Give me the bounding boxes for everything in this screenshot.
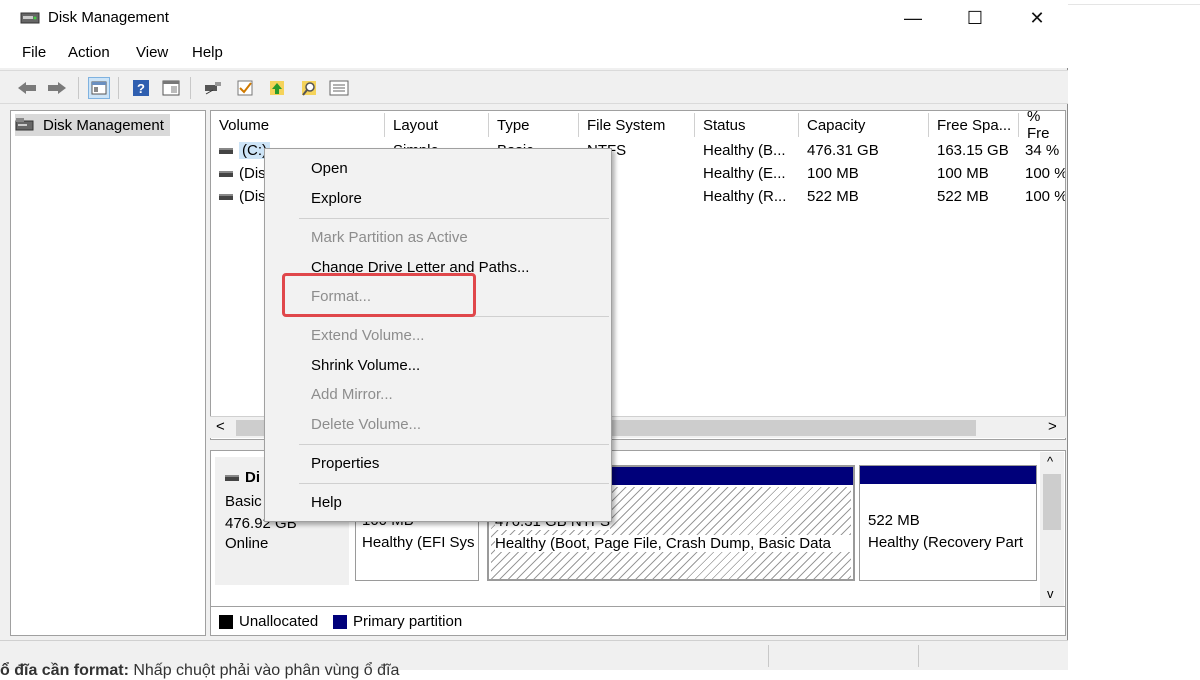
partition-status: Healthy (EFI Sys [362,534,475,551]
cell-free-space: 100 MB [937,165,989,182]
cell-status: Healthy (B... [703,142,786,159]
drive-icon [219,147,233,154]
partition-status: Healthy (Boot, Page File, Crash Dump, Ba… [495,535,851,552]
cell-free-space: 522 MB [937,188,989,205]
disk-label: Di [225,469,260,486]
svg-text:?: ? [137,81,145,96]
toolbar: ? [0,70,1068,104]
unallocated-swatch [219,615,233,629]
column-header-volume[interactable]: Volume [211,113,385,137]
connect-icon[interactable] [202,77,224,99]
menu-item-mark-active[interactable]: Mark Partition as Active [311,229,468,246]
menu-separator [299,444,609,445]
cell-status: Healthy (R... [703,188,787,205]
help-icon[interactable]: ? [130,77,152,99]
search-icon[interactable] [298,77,320,99]
cell-status: Healthy (E... [703,165,786,182]
column-header-type[interactable]: Type [489,113,579,137]
minimize-icon: — [904,7,922,28]
cell-percent-free: 34 % [1025,142,1060,159]
partition-recovery[interactable]: 522 MB Healthy (Recovery Part [859,465,1037,581]
console-tree-pane: Disk Management [10,110,206,636]
console-tree-icon[interactable] [88,77,110,99]
status-bar-divider [768,645,769,667]
scroll-left-icon[interactable]: < [216,418,225,435]
column-header-free-space[interactable]: Free Spa... [929,113,1019,137]
window-title: Disk Management [48,9,169,26]
scroll-right-icon[interactable]: > [1048,418,1057,435]
background-page-strip [1068,0,1200,676]
app-disk-icon [20,10,40,26]
primary-partition-swatch [333,615,347,629]
check-icon[interactable] [234,77,256,99]
article-caption-bold: ổ đĩa cần format: [0,662,129,679]
menu-item-shrink-volume[interactable]: Shrink Volume... [311,357,420,374]
menu-item-extend-volume[interactable]: Extend Volume... [311,327,424,344]
menu-item-help[interactable]: Help [311,494,342,511]
partition-size: 522 MB [868,512,920,529]
menu-item-explore[interactable]: Explore [311,190,362,207]
list-icon[interactable] [328,77,350,99]
maximize-icon: ☐ [966,7,984,28]
column-header-percent-free[interactable]: % Fre [1019,111,1065,142]
menu-item-delete-volume[interactable]: Delete Volume... [311,416,421,433]
up-icon[interactable] [266,77,288,99]
format-highlight-annotation [282,273,476,317]
cell-capacity: 476.31 GB [807,142,879,159]
column-header-file-system[interactable]: File System [579,113,695,137]
forward-arrow-icon[interactable] [46,77,68,99]
column-header-capacity[interactable]: Capacity [799,113,929,137]
disk-type: Basic [225,493,262,510]
menu-separator [299,483,609,484]
status-bar-divider [918,645,919,667]
toolbar-separator [190,77,191,99]
tree-node-label: Disk Management [43,116,164,134]
disk-management-node-icon [15,117,35,133]
minimize-button[interactable]: — [882,0,944,36]
column-header-status[interactable]: Status [695,113,799,137]
close-icon: ✕ [1029,7,1045,28]
close-button[interactable]: ✕ [1006,0,1068,36]
toolbar-separator [118,77,119,99]
legend-unallocated: Unallocated [239,613,319,630]
column-header-layout[interactable]: Layout [385,113,489,137]
context-menu: Open Explore Mark Partition as Active Ch… [264,148,612,522]
back-arrow-icon[interactable] [16,77,38,99]
menu-separator [299,218,609,219]
legend-primary-partition: Primary partition [353,613,463,630]
cell-free-space: 163.15 GB [937,142,1009,159]
menu-help[interactable]: Help [192,44,223,61]
partition-status: Healthy (Recovery Part [868,534,1024,551]
scroll-up-icon[interactable]: ^ [1047,454,1053,469]
toolbar-separator [78,77,79,99]
menu-item-properties[interactable]: Properties [311,455,379,472]
drive-icon [219,170,233,177]
menu-item-open[interactable]: Open [311,160,348,177]
menu-action[interactable]: Action [68,44,110,61]
menu-view[interactable]: View [136,44,168,61]
cell-capacity: 522 MB [807,188,859,205]
article-caption: ổ đĩa cần format: Nhấp chuột phải vào ph… [0,662,399,680]
maximize-button[interactable]: ☐ [944,0,1006,36]
vertical-scrollbar[interactable]: ^ v [1040,452,1064,606]
menu-bar: File Action View Help [0,38,1068,68]
title-bar: Disk Management — ☐ ✕ [0,0,1068,38]
scroll-down-icon[interactable]: v [1047,586,1054,601]
article-caption-text: Nhấp chuột phải vào phân vùng ổ đĩa [128,662,400,679]
partition-header-bar [860,466,1036,484]
disk-state: Online [225,535,269,552]
legend-bar: Unallocated Primary partition [210,606,1066,636]
cell-capacity: 100 MB [807,165,859,182]
vertical-scroll-thumb[interactable] [1043,474,1061,530]
cell-percent-free: 100 % [1025,188,1066,205]
disk-drive-icon [225,474,239,481]
menu-item-add-mirror[interactable]: Add Mirror... [311,386,393,403]
properties-icon[interactable] [160,77,182,99]
drive-icon [219,193,233,200]
tree-node-disk-management[interactable]: Disk Management [15,114,170,136]
background-page-divider [1068,4,1200,5]
menu-file[interactable]: File [22,44,46,61]
cell-percent-free: 100 % [1025,165,1066,182]
